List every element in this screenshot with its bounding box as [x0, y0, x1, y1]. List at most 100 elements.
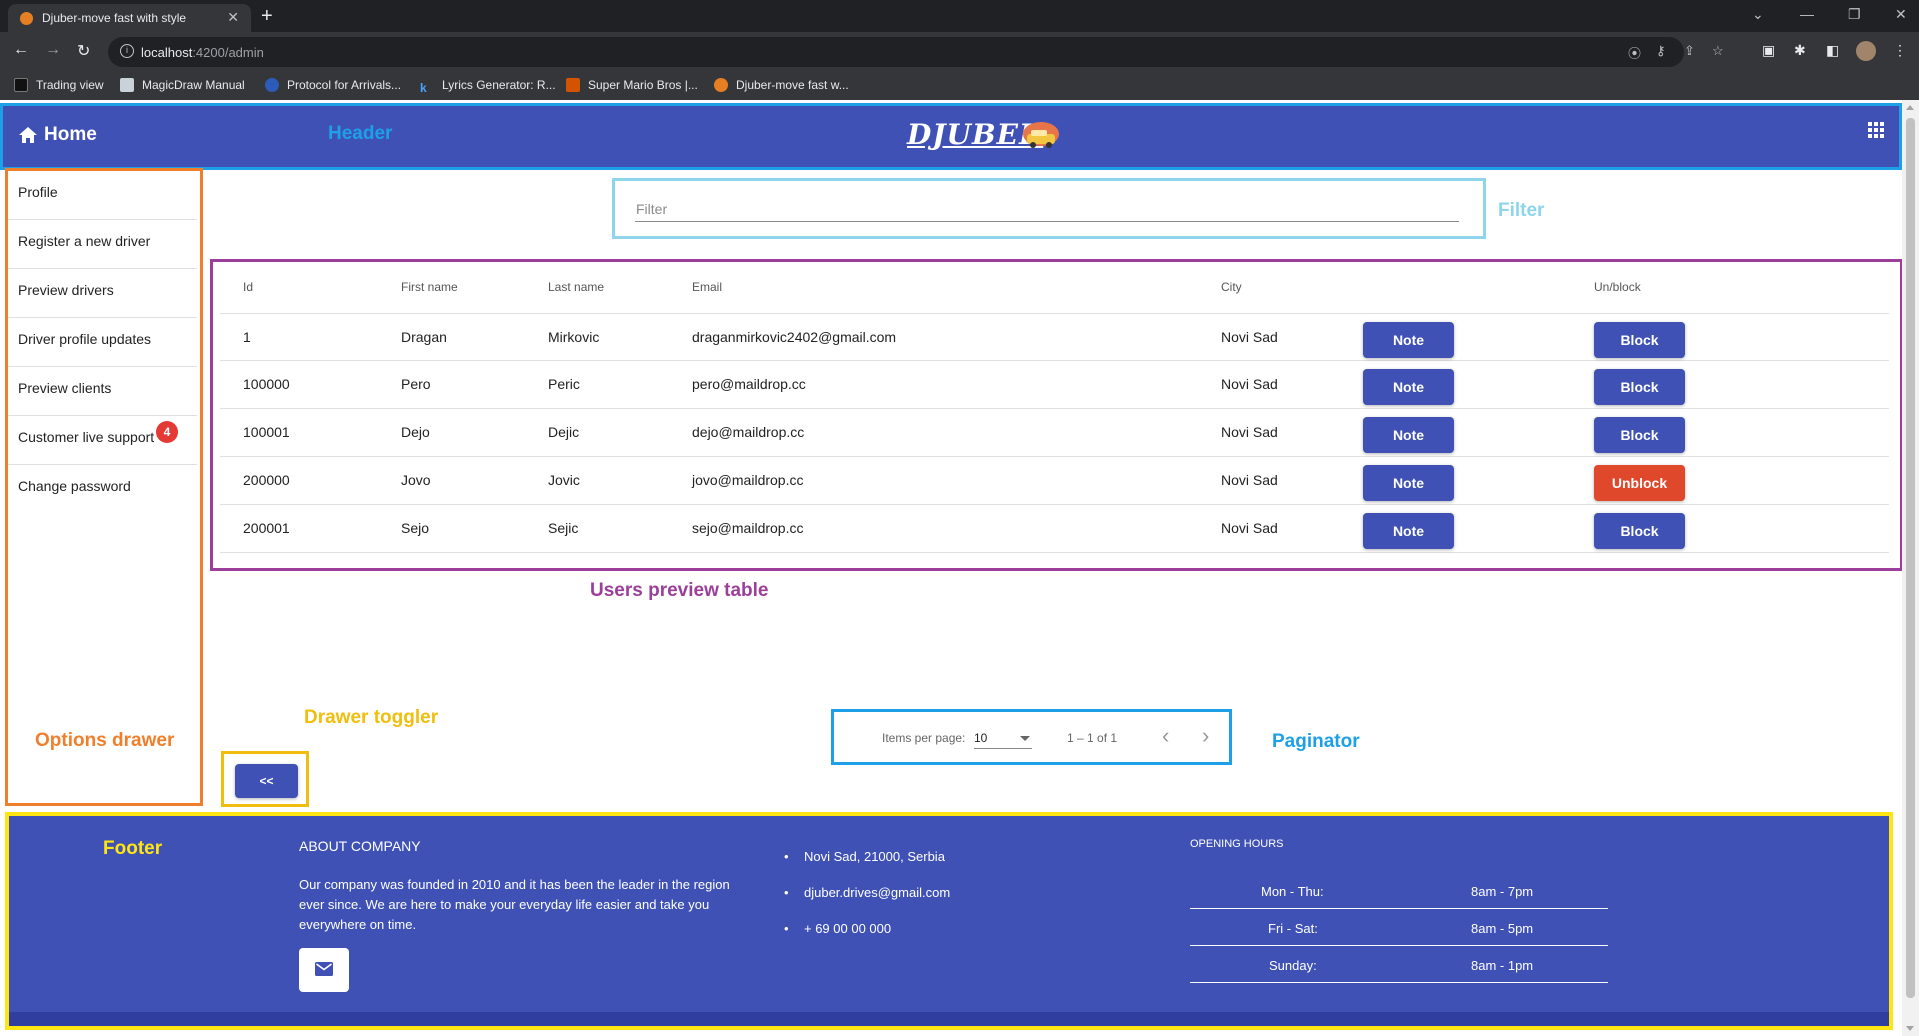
globe-icon [265, 78, 279, 92]
new-tab-icon[interactable]: + [261, 5, 273, 28]
back-icon[interactable]: ← [13, 41, 29, 59]
drawer-item-preview-clients[interactable]: Preview clients [8, 367, 197, 416]
scroll-down-icon[interactable] [1906, 1026, 1914, 1031]
bookmark-item[interactable]: Djuber-move fast w... [714, 78, 849, 92]
scroll-thumb[interactable] [1906, 118, 1915, 998]
car-logo-icon [1023, 122, 1059, 148]
forward-icon[interactable]: → [45, 41, 61, 59]
cell-city: Novi Sad [1221, 520, 1278, 536]
site-info-icon[interactable]: i [120, 44, 134, 58]
column-header-id: Id [243, 280, 254, 294]
unblock-button[interactable]: Unblock [1594, 465, 1685, 501]
bookmark-item[interactable]: k Lyrics Generator: R... [420, 78, 556, 95]
footer-annotation: Footer [103, 838, 163, 859]
home-link[interactable]: Home [18, 124, 97, 146]
drawer-annotation: Options drawer [35, 730, 175, 751]
header-annotation: Header [328, 123, 393, 144]
about-company-text: Our company was founded in 2010 and it h… [299, 877, 730, 932]
cell-city: Novi Sad [1221, 376, 1278, 392]
cell-email: pero@maildrop.cc [692, 376, 806, 392]
hours-time: 8am - 1pm [1471, 958, 1534, 973]
block-button[interactable]: Block [1594, 369, 1685, 405]
table-row: 200000 Jovo Jovic jovo@maildrop.cc Novi … [220, 457, 1889, 505]
minimize-icon[interactable]: — [1800, 6, 1814, 22]
hours-row: Sunday: 8am - 1pm [1190, 946, 1608, 983]
home-label: Home [44, 124, 97, 145]
tradingview-icon [14, 78, 28, 92]
opening-hours-title: OPENING HOURS [1190, 838, 1284, 850]
address-bar[interactable]: i localhost:4200/admin ⦿ ⚷ ⇪ ☆ [108, 37, 1724, 67]
items-per-page-label: Items per page: [882, 731, 966, 745]
lyrics-k-icon: k [420, 81, 427, 95]
cell-last-name: Dejic [548, 424, 580, 440]
key-icon[interactable]: ⚷ [1656, 43, 1666, 59]
filter-container [612, 178, 1486, 239]
filter-input[interactable] [635, 196, 1459, 222]
tab-search-icon[interactable]: ⌄ [1752, 6, 1764, 23]
close-window-icon[interactable]: ✕ [1895, 6, 1907, 23]
drawer-toggle-button[interactable]: << [235, 764, 298, 798]
profile-avatar[interactable] [1856, 41, 1876, 61]
bookmark-item[interactable]: MagicDraw Manual [120, 78, 245, 92]
cell-first-name: Jovo [401, 472, 431, 488]
note-button[interactable]: Note [1363, 417, 1454, 453]
drawer-item-change-password[interactable]: Change password [8, 465, 197, 514]
bookmark-item[interactable]: Protocol for Arrivals... [265, 78, 401, 92]
drawer-item-preview-drivers[interactable]: Preview drivers [8, 269, 197, 318]
close-tab-icon[interactable]: ✕ [227, 9, 239, 26]
note-button[interactable]: Note [1363, 513, 1454, 549]
restore-icon[interactable]: ❐ [1848, 6, 1861, 23]
cell-email: jovo@maildrop.cc [692, 472, 804, 488]
table-row: 100001 Dejo Dejic dejo@maildrop.cc Novi … [220, 409, 1889, 457]
hours-row: Mon - Thu: 8am - 7pm [1190, 872, 1608, 909]
bookmarks-bar: Trading view MagicDraw Manual Protocol f… [0, 72, 1919, 100]
puzzle-extensions-icon[interactable]: ✱ [1794, 42, 1806, 59]
reload-icon[interactable]: ↻ [77, 41, 90, 61]
drawer-item-customer-live-support[interactable]: Customer live support 4 [8, 416, 197, 465]
next-page-icon[interactable]: › [1202, 723, 1209, 749]
mail-button[interactable] [299, 948, 349, 992]
tab-title: Djuber-move fast with style [42, 11, 187, 25]
hours-days: Sunday: [1269, 958, 1317, 973]
scroll-up-icon[interactable] [1906, 105, 1914, 110]
table-row: 1 Dragan Mirkovic draganmirkovic2402@gma… [220, 313, 1889, 361]
users-table: Id First name Last name Email City Un/bl… [210, 259, 1903, 571]
bookmark-star-icon[interactable]: ☆ [1712, 43, 1724, 59]
cell-first-name: Dragan [401, 329, 447, 345]
url-text[interactable]: localhost:4200/admin [141, 45, 264, 60]
previous-page-icon[interactable]: ‹ [1162, 723, 1169, 749]
note-button[interactable]: Note [1363, 369, 1454, 405]
menu-kebab-icon[interactable]: ⋮ [1893, 42, 1907, 59]
filter-annotation: Filter [1498, 200, 1545, 221]
cell-last-name: Jovic [548, 472, 580, 488]
bookmark-item[interactable]: Trading view [14, 78, 104, 92]
apps-grid-icon[interactable] [1868, 122, 1884, 138]
page-scrollbar[interactable] [1902, 100, 1919, 1036]
location-icon[interactable]: ⦿ [1628, 43, 1641, 62]
share-icon[interactable]: ⇪ [1684, 43, 1695, 59]
cell-last-name: Mirkovic [548, 329, 600, 345]
page-size-select[interactable]: 10 [974, 726, 1032, 749]
side-panel-icon[interactable]: ◧ [1826, 42, 1839, 59]
cell-id: 200000 [243, 472, 290, 488]
block-button[interactable]: Block [1594, 322, 1685, 358]
drawer-item-register-driver[interactable]: Register a new driver [8, 220, 197, 269]
note-button[interactable]: Note [1363, 465, 1454, 501]
cell-last-name: Sejic [548, 520, 579, 536]
cell-email: draganmirkovic2402@gmail.com [692, 329, 897, 345]
note-button[interactable]: Note [1363, 322, 1454, 358]
footer-bottom-strip [9, 1012, 1889, 1026]
block-button[interactable]: Block [1594, 513, 1685, 549]
block-button[interactable]: Block [1594, 417, 1685, 453]
bookmark-item[interactable]: Super Mario Bros |... [566, 78, 698, 92]
drawer-item-driver-profile-updates[interactable]: Driver profile updates [8, 318, 197, 367]
extension-icon[interactable]: ▣ [1762, 42, 1775, 59]
cell-first-name: Sejo [401, 520, 430, 536]
notification-badge: 4 [156, 421, 178, 443]
table-annotation: Users preview table [590, 580, 769, 601]
about-company-title: ABOUT COMPANY [299, 838, 421, 854]
cell-email: dejo@maildrop.cc [692, 424, 805, 440]
browser-tab[interactable]: Djuber-move fast with style ✕ [8, 4, 251, 32]
browser-tab-bar: Djuber-move fast with style ✕ + ⌄ — ❐ ✕ [0, 0, 1919, 32]
drawer-item-profile[interactable]: Profile [8, 171, 197, 220]
